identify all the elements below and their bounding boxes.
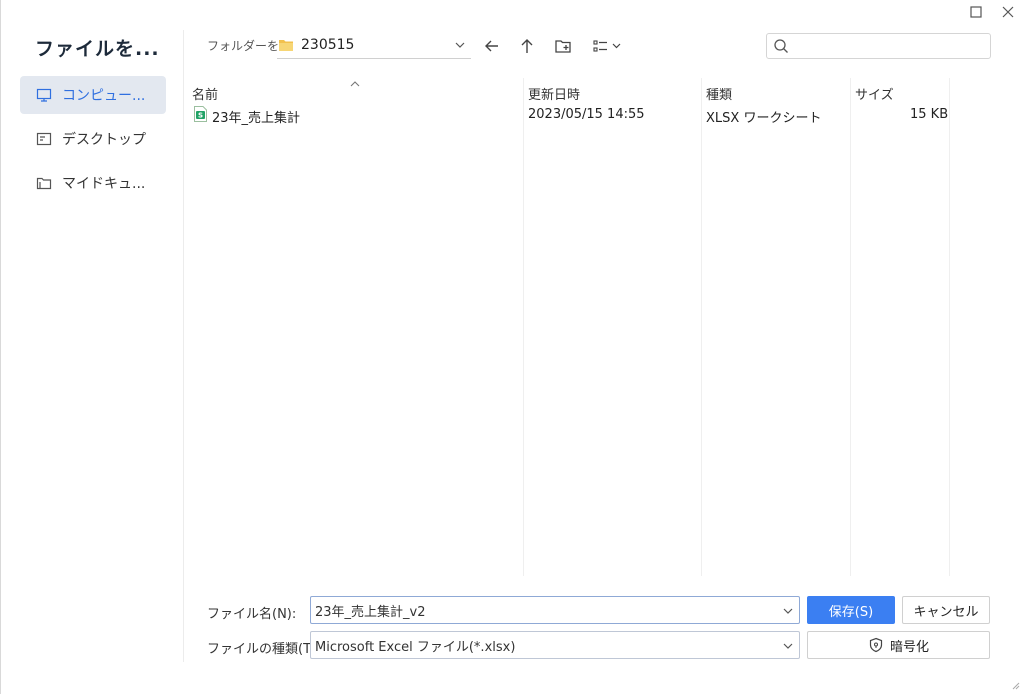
encrypt-button[interactable]: 暗号化	[807, 631, 990, 659]
search-icon	[774, 39, 788, 53]
resize-grip-icon[interactable]	[1010, 680, 1020, 690]
documents-icon	[36, 175, 52, 191]
column-header-type[interactable]: 種類	[706, 84, 732, 103]
cancel-button[interactable]: キャンセル	[902, 596, 990, 624]
path-dropdown[interactable]: 230515	[277, 32, 471, 59]
file-list: 名前 更新日時 種類 サイズ S 23年_売上集計 2023/05/15 14:…	[186, 78, 951, 578]
column-header-modified[interactable]: 更新日時	[528, 84, 580, 103]
xlsx-file-icon: S	[194, 106, 207, 122]
file-size: 15 KB	[910, 107, 949, 122]
column-header-name[interactable]: 名前	[192, 84, 218, 103]
filetype-value: Microsoft Excel ファイル(*.xlsx)	[315, 639, 516, 655]
view-options-icon[interactable]	[590, 34, 624, 58]
shield-icon	[869, 637, 883, 653]
sidebar-item-computer[interactable]: コンピュー...	[20, 76, 166, 114]
search-box[interactable]	[766, 33, 991, 59]
dialog-title: ファイルを...	[35, 38, 160, 60]
file-modified: 2023/05/15 14:55	[528, 107, 645, 122]
up-arrow-icon[interactable]	[515, 34, 539, 58]
chevron-down-icon[interactable]	[783, 606, 793, 616]
sort-ascending-icon	[350, 81, 360, 87]
column-divider[interactable]	[701, 78, 702, 576]
save-button[interactable]: 保存(S)	[807, 596, 895, 624]
file-name: 23年_売上集計	[212, 111, 301, 126]
close-icon[interactable]	[996, 2, 1020, 22]
path-label: フォルダーを:	[207, 39, 284, 53]
new-folder-icon[interactable]	[551, 34, 575, 58]
sidebar: ファイルを... コンピュー... デスクトップ マイドキュ...	[1, 0, 183, 694]
filename-label: ファイル名(N):	[207, 607, 297, 622]
computer-icon	[36, 87, 52, 103]
sidebar-item-documents[interactable]: マイドキュ...	[20, 164, 166, 202]
desktop-icon	[36, 131, 52, 147]
file-row[interactable]: S 23年_売上集計 2023/05/15 14:55 XLSX ワークシート …	[186, 104, 951, 126]
sidebar-item-label: コンピュー...	[62, 88, 146, 104]
chevron-down-icon	[455, 42, 465, 48]
filetype-label: ファイルの種類(T):	[207, 642, 321, 657]
file-type: XLSX ワークシート	[706, 111, 822, 126]
filename-value: 23年_売上集計_v2	[315, 604, 426, 620]
column-divider[interactable]	[523, 78, 524, 576]
filetype-select[interactable]: Microsoft Excel ファイル(*.xlsx)	[310, 631, 800, 659]
back-arrow-icon[interactable]	[480, 34, 504, 58]
column-divider[interactable]	[949, 78, 950, 576]
search-input[interactable]	[793, 35, 990, 57]
folder-icon	[279, 40, 293, 51]
maximize-icon[interactable]	[964, 2, 988, 22]
svg-text:S: S	[198, 112, 203, 120]
filename-field[interactable]: 23年_売上集計_v2	[310, 596, 800, 624]
encrypt-label: 暗号化	[889, 639, 929, 655]
sidebar-item-desktop[interactable]: デスクトップ	[20, 120, 166, 158]
column-header-size[interactable]: サイズ	[855, 84, 894, 103]
sidebar-item-label: デスクトップ	[62, 132, 146, 148]
save-file-dialog: ファイルを... コンピュー... デスクトップ マイドキュ... フォルダーを…	[0, 0, 1024, 694]
chevron-down-icon	[783, 643, 793, 649]
sidebar-divider	[183, 30, 184, 662]
path-value: 230515	[301, 37, 355, 53]
column-divider[interactable]	[850, 78, 851, 576]
sidebar-item-label: マイドキュ...	[62, 176, 146, 192]
